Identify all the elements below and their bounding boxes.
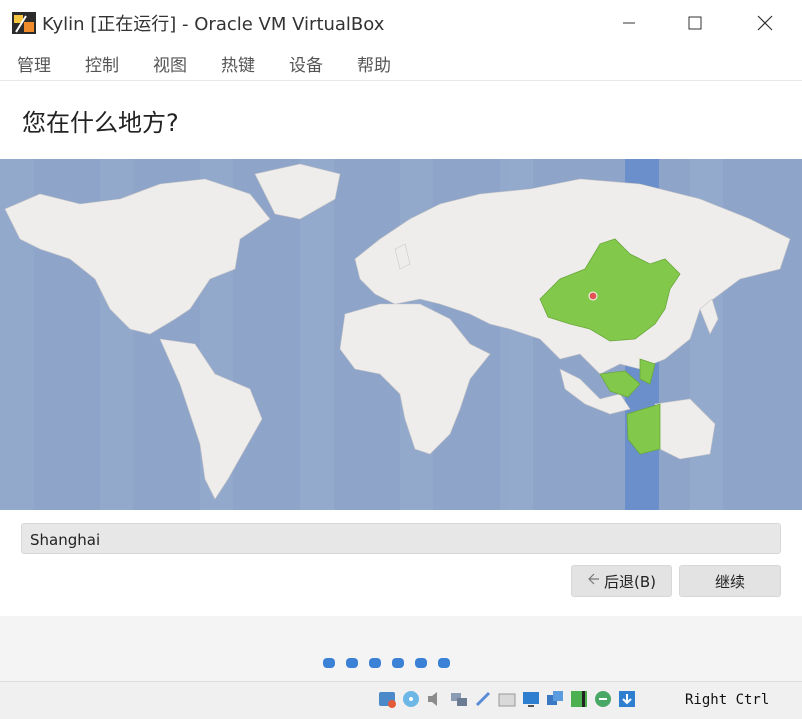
progress-dot [323, 658, 335, 668]
installer-header: 您在什么地方? [0, 81, 802, 160]
menu-view[interactable]: 视图 [153, 51, 187, 76]
title-bar: Kylin [正在运行] - Oracle VM VirtualBox [0, 0, 802, 46]
hard-disk-icon[interactable] [376, 688, 397, 710]
shared-folders-icon[interactable] [496, 688, 517, 710]
location-pin-icon [588, 291, 598, 301]
video-capture-icon[interactable] [544, 688, 565, 710]
minimize-button[interactable] [606, 0, 652, 46]
close-button[interactable] [742, 0, 788, 46]
menu-manage[interactable]: 管理 [17, 51, 51, 76]
optical-disk-icon[interactable] [400, 688, 421, 710]
progress-dot [392, 658, 404, 668]
maximize-icon [688, 16, 702, 30]
menu-bar: 管理 控制 视图 热键 设备 帮助 [0, 46, 802, 80]
back-button[interactable]: 后退(B) [571, 565, 672, 597]
progress-dot [415, 658, 427, 668]
progress-dot [369, 658, 381, 668]
host-key-label: Right Ctrl [685, 692, 770, 708]
continue-button[interactable]: 继续 [679, 565, 781, 597]
recording-icon[interactable] [568, 688, 589, 710]
network-icon[interactable] [448, 688, 469, 710]
world-map[interactable] [0, 159, 802, 510]
maximize-button[interactable] [672, 0, 718, 46]
location-input[interactable]: Shanghai [21, 523, 781, 554]
status-bar: Right Ctrl [0, 681, 802, 719]
keyboard-capture-icon[interactable] [616, 688, 637, 710]
continue-button-label: 继续 [714, 572, 745, 591]
timezone-map[interactable] [0, 159, 802, 510]
page-title: 您在什么地方? [22, 109, 179, 137]
menu-devices[interactable]: 设备 [289, 51, 323, 76]
installer-footer [0, 616, 802, 682]
mouse-integration-icon[interactable] [592, 688, 613, 710]
menu-help[interactable]: 帮助 [357, 51, 391, 76]
window-title: Kylin [正在运行] - Oracle VM VirtualBox [42, 14, 385, 35]
display-icon[interactable] [520, 688, 541, 710]
menu-control[interactable]: 控制 [85, 51, 119, 76]
progress-dots [323, 658, 450, 668]
back-arrow-icon [587, 572, 601, 590]
minimize-icon [623, 22, 635, 24]
virtualbox-app-icon [12, 12, 36, 34]
usb-icon[interactable] [472, 688, 493, 710]
menu-hotkeys[interactable]: 热键 [221, 51, 255, 76]
close-icon [757, 15, 773, 31]
device-status-icons [376, 688, 637, 710]
progress-dot [346, 658, 358, 668]
progress-dot [438, 658, 450, 668]
guest-display: 您在什么地方? Shanghai 后退(B) 继续 [0, 80, 802, 682]
audio-icon[interactable] [424, 688, 445, 710]
back-button-label: 后退(B) [604, 572, 656, 591]
